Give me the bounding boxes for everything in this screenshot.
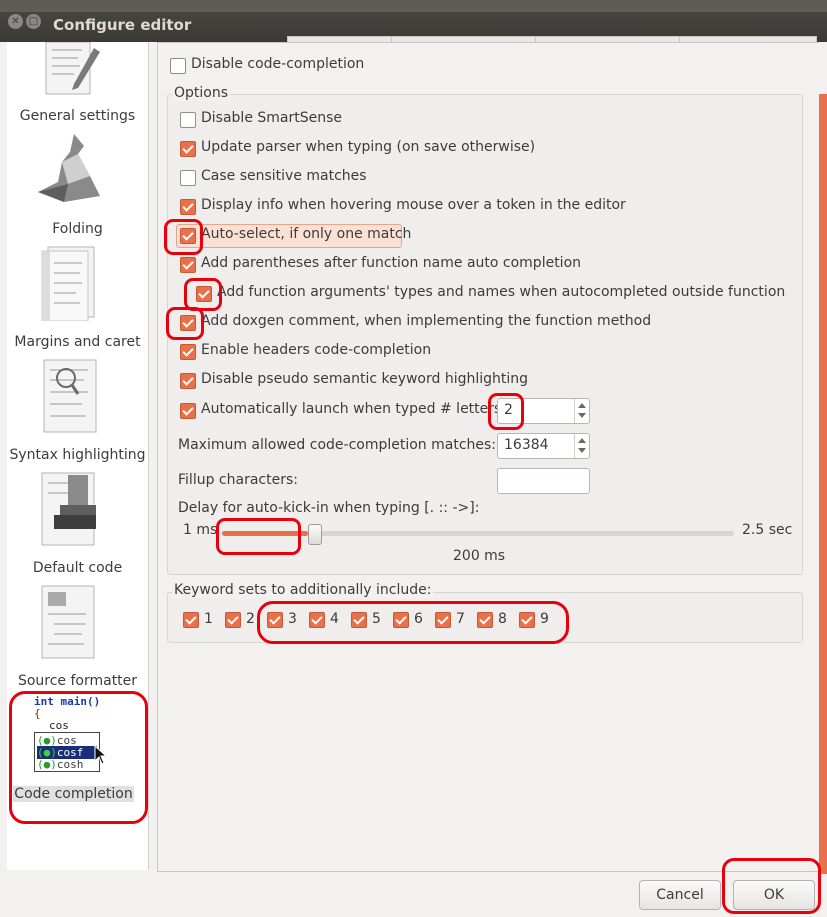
add-function-arguments-label: Add function arguments' types and names …: [217, 284, 786, 300]
display-info-label: Display info when hovering mouse over a …: [201, 197, 626, 213]
display-info-checkbox[interactable]: [180, 199, 196, 215]
max-matches-spinbox[interactable]: 16384: [497, 433, 590, 459]
sidebar-item-margins-and-caret[interactable]: Margins and caret: [7, 334, 148, 350]
delay-min-label: 1 ms: [183, 522, 218, 538]
options-group-title: Options: [172, 85, 231, 101]
formatter-paper-icon: [34, 584, 102, 659]
stamp-paper-icon: [34, 471, 102, 546]
max-matches-label: Maximum allowed code-completion matches:: [178, 437, 497, 453]
update-parser-label: Update parser when typing (on save other…: [201, 139, 536, 155]
auto-launch-checkbox[interactable]: [180, 403, 196, 419]
keyword-set-checkbox[interactable]: [225, 612, 241, 628]
add-parentheses-label: Add parentheses after function name auto…: [201, 255, 582, 271]
disable-pseudo-semantic-label: Disable pseudo semantic keyword highligh…: [201, 371, 529, 387]
keyword-set-label: 1: [204, 611, 213, 627]
annotation-mark: [164, 219, 203, 255]
spin-arrows[interactable]: [574, 434, 589, 458]
disable-smartsense-checkbox[interactable]: [180, 112, 196, 128]
spin-down-icon[interactable]: [578, 413, 586, 418]
annotation-mark: [9, 691, 148, 824]
delay-value-label: 200 ms: [453, 548, 506, 564]
pencil-paper-icon: [34, 42, 102, 98]
close-window-button[interactable]: ✕: [8, 14, 23, 29]
fillup-input[interactable]: [497, 468, 590, 494]
sidebar-item-default-code[interactable]: Default code: [7, 560, 148, 576]
sidebar-item-syntax-highlighting[interactable]: Syntax highlighting: [7, 447, 148, 463]
annotation-mark: [166, 307, 204, 340]
magnifier-paper-icon: [34, 358, 102, 433]
cancel-button[interactable]: Cancel: [639, 880, 721, 910]
sidebar-item-general-settings[interactable]: General settings: [7, 108, 148, 124]
delay-max-label: 2.5 sec: [742, 522, 793, 538]
origami-icon: [34, 132, 102, 204]
title-bar-top-strip: [0, 0, 827, 12]
auto-launch-label: Automatically launch when typed # letter…: [201, 401, 507, 417]
annotation-mark: [722, 858, 821, 914]
case-sensitive-label: Case sensitive matches: [201, 168, 367, 184]
fillup-label: Fillup characters:: [178, 472, 298, 488]
add-doxygen-comment-label: Add doxgen comment, when implementing th…: [201, 313, 652, 329]
right-edge-accent: [819, 94, 827, 874]
disable-smartsense-label: Disable SmartSense: [201, 110, 343, 126]
update-parser-checkbox[interactable]: [180, 141, 196, 157]
annotation-mark: [257, 601, 569, 644]
sidebar-item-source-formatter[interactable]: Source formatter: [7, 673, 148, 689]
maximize-icon: □: [28, 16, 39, 27]
annotation-mark: [216, 518, 301, 555]
auto-select-label: Auto-select, if only one match: [201, 226, 412, 242]
spin-up-icon[interactable]: [578, 438, 586, 443]
enable-headers-label: Enable headers code-completion: [201, 342, 432, 358]
add-parentheses-checkbox[interactable]: [180, 257, 196, 273]
case-sensitive-checkbox[interactable]: [180, 170, 196, 186]
delay-slider-handle[interactable]: [308, 524, 322, 545]
window-title: Configure editor: [53, 16, 192, 34]
enable-headers-checkbox[interactable]: [180, 344, 196, 360]
max-matches-value: 16384: [504, 437, 549, 453]
spin-down-icon[interactable]: [578, 448, 586, 453]
disable-code-completion-label: Disable code-completion: [191, 56, 365, 72]
margins-paper-icon: [34, 245, 102, 322]
keyword-sets-title: Keyword sets to additionally include:: [172, 582, 434, 598]
close-icon: ✕: [11, 16, 20, 27]
spin-up-icon[interactable]: [578, 403, 586, 408]
disable-code-completion-checkbox[interactable]: [170, 58, 186, 74]
delay-label: Delay for auto-kick-in when typing [. ::…: [178, 500, 480, 516]
maximize-window-button[interactable]: □: [26, 14, 41, 29]
sidebar-item-folding[interactable]: Folding: [7, 221, 148, 237]
annotation-mark: [488, 393, 524, 430]
keyword-set-label: 2: [246, 611, 255, 627]
right-edge: [819, 42, 827, 94]
keyword-set-checkbox[interactable]: [183, 612, 199, 628]
spin-arrows[interactable]: [574, 399, 589, 423]
disable-pseudo-semantic-checkbox[interactable]: [180, 373, 196, 389]
